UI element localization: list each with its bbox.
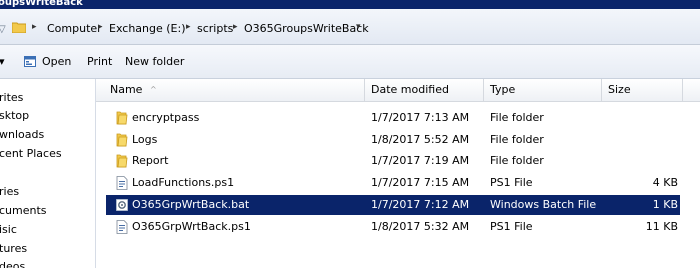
nav-item-desktop[interactable]: sktop [0,109,29,122]
print-button[interactable]: Print [87,55,112,68]
script-file-icon [116,220,128,234]
file-type: File folder [490,111,544,124]
open-button[interactable]: Open [42,55,71,68]
breadcrumb-chevron-icon[interactable]: ▾ [356,22,361,32]
file-size: 1 KB [652,198,678,211]
folder-icon [116,133,128,147]
new-folder-button[interactable]: New folder [125,55,184,68]
batch-file-icon [116,199,128,211]
file-date: 1/7/2017 7:19 AM [371,154,470,167]
nav-item-favorites[interactable]: rites [0,91,23,104]
column-header-date-label: Date modified [371,83,449,96]
window-title-bar: oupsWriteBack [0,0,700,9]
breadcrumb-chevron-icon[interactable]: ▸ [32,22,37,32]
file-type: PS1 File [490,220,533,233]
breadcrumb-chevron-icon[interactable]: ▸ [233,22,238,32]
nav-item-libraries[interactable]: ries [0,185,19,198]
open-icon [24,56,36,67]
file-row[interactable]: Logs 1/8/2017 5:52 AM File folder [106,130,680,150]
breadcrumb-computer[interactable]: Computer [47,22,102,35]
file-row[interactable]: encryptpass 1/7/2017 7:13 AM File folder [106,108,680,128]
column-header-name[interactable]: Name ^ [96,79,365,101]
navigation-pane: rites sktop wnloads cent Places ries cum… [0,79,96,268]
column-header-type[interactable]: Type [484,79,602,101]
folder-icon [12,22,26,33]
folder-icon [116,154,128,168]
address-bar[interactable]: ▽ ▸ Computer ▸ Exchange (E:) ▸ scripts ▸… [0,9,700,45]
file-name: O365GrpWrtBack.ps1 [132,220,251,233]
breadcrumb-current-folder[interactable]: O365GroupsWriteBack [244,22,369,35]
file-date: 1/7/2017 7:12 AM [371,198,470,211]
script-file-icon [116,176,128,190]
file-type: File folder [490,154,544,167]
file-size: 11 KB [645,220,678,233]
file-row-selected[interactable]: O365GrpWrtBack.bat 1/7/2017 7:12 AM Wind… [106,195,680,215]
column-header-date[interactable]: Date modified [365,79,484,101]
file-name: O365GrpWrtBack.bat [132,198,250,211]
file-date: 1/7/2017 7:13 AM [371,111,470,124]
file-size: 4 KB [652,176,678,189]
file-name: Logs [132,133,158,146]
nav-item-documents[interactable]: cuments [0,204,47,217]
file-type: PS1 File [490,176,533,189]
column-header-size-label: Size [608,83,631,96]
breadcrumb-chevron-icon[interactable]: ▸ [186,22,191,32]
nav-item-recent-places[interactable]: cent Places [0,147,62,160]
file-row[interactable]: O365GrpWrtBack.ps1 1/8/2017 5:32 AM PS1 … [106,217,680,237]
file-date: 1/8/2017 5:52 AM [371,133,470,146]
organize-dropdown-icon[interactable]: ▾ [0,55,5,68]
file-type: Windows Batch File [490,198,597,211]
breadcrumb-chevron-icon[interactable]: ▸ [98,22,103,32]
file-name: encryptpass [132,111,200,124]
folder-icon [116,111,128,125]
command-bar: ▾ Open Print New folder [0,45,700,79]
nav-item-music[interactable]: isic [0,223,17,236]
file-date: 1/7/2017 7:15 AM [371,176,470,189]
column-header-type-label: Type [490,83,516,96]
nav-item-downloads[interactable]: wnloads [0,128,44,141]
nav-item-pictures[interactable]: tures [0,242,27,255]
file-row[interactable]: Report 1/7/2017 7:19 AM File folder [106,151,680,171]
column-header-name-label: Name [110,83,143,96]
chevron-down-icon[interactable]: ▽ [0,24,6,35]
file-name: LoadFunctions.ps1 [132,176,235,189]
column-header-size[interactable]: Size [602,79,683,101]
file-date: 1/8/2017 5:32 AM [371,220,470,233]
window-title: oupsWriteBack [0,0,83,8]
file-type: File folder [490,133,544,146]
file-row[interactable]: LoadFunctions.ps1 1/7/2017 7:15 AM PS1 F… [106,173,680,193]
nav-item-videos[interactable]: deos [0,260,25,268]
breadcrumb-scripts[interactable]: scripts [197,22,233,35]
file-name: Report [132,154,169,167]
sort-ascending-icon: ^ [149,85,157,94]
column-header-row: Name ^ Date modified Type Size [96,79,700,102]
breadcrumb-drive[interactable]: Exchange (E:) [109,22,185,35]
